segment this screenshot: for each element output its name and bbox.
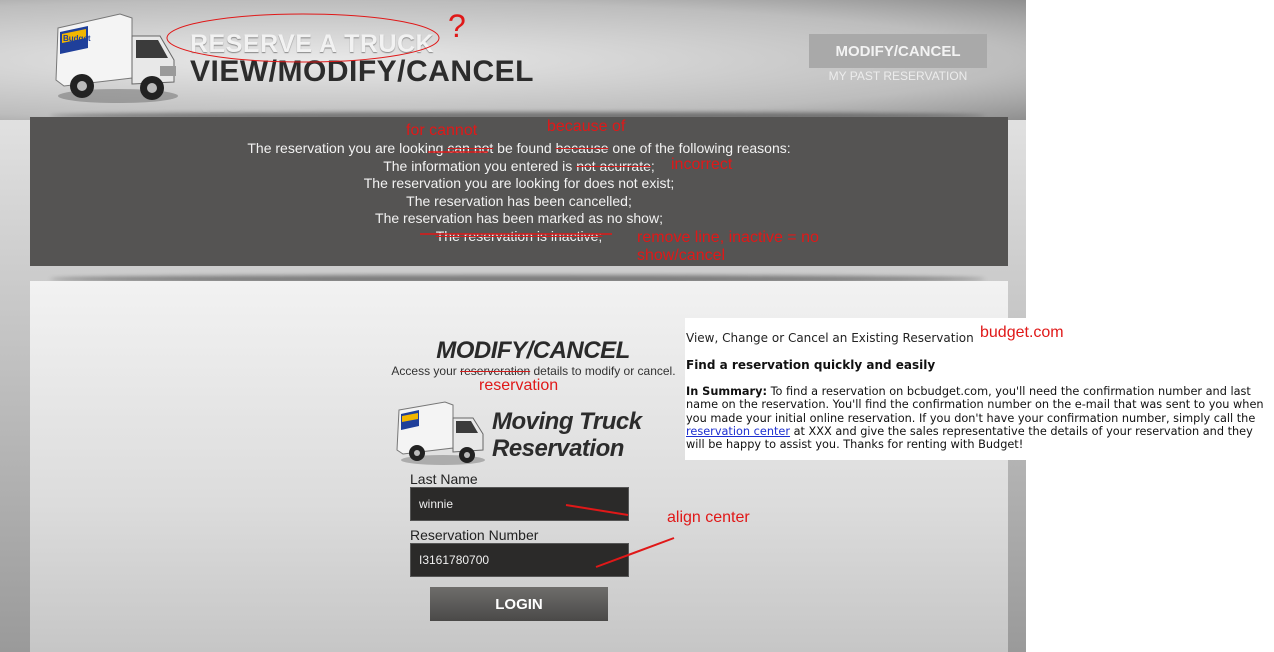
brand-title-view-modify-cancel: VIEW/MODIFY/CANCEL	[190, 55, 534, 88]
error-line-5: The reservation has been marked as no sh…	[375, 210, 663, 226]
form-subtitle: Access your reserveration details to mod…	[386, 364, 681, 378]
error-line-1: The reservation you are looking can not …	[30, 140, 1008, 156]
moving-truck-reservation-title: Moving Truck Reservation	[492, 408, 642, 462]
annotation-for-cannot: for cannot	[406, 122, 478, 139]
annotation-align-center: align center	[667, 509, 750, 526]
reference-summary: In Summary: To find a reservation on bcb…	[686, 385, 1266, 451]
annotation-remove-line: remove line, inactive = no	[637, 229, 819, 246]
error-line-6: The reservation is inactive;	[30, 228, 1008, 244]
error-strike-because: because	[555, 140, 609, 156]
logo-brand-text: Budget	[63, 34, 91, 43]
error-line-1-mid: be found	[493, 140, 556, 156]
error-line-3: The reservation you are looking for does…	[363, 175, 675, 191]
summary-text-1: To find a reservation on bcbudget.com, y…	[686, 385, 1264, 425]
error-message-box: The reservation you are looking can not …	[30, 117, 1008, 266]
error-strike-not-acurrate: not acurrate	[576, 158, 651, 174]
subtitle-strike-reserveration: reserveration	[460, 364, 531, 378]
annotation-budget-com: budget.com	[980, 324, 1064, 341]
error-line-2-post: ;	[650, 158, 655, 174]
reference-title: View, Change or Cancel an Existing Reser…	[686, 331, 974, 345]
product-line-1: Moving Truck	[492, 408, 642, 435]
subtitle-pre: Access your	[391, 364, 461, 378]
reservation-number-label: Reservation Number	[410, 527, 539, 543]
error-line-1-post: one of the following reasons:	[608, 140, 791, 156]
product-line-2: Reservation	[492, 435, 624, 462]
annotation-reservation: reservation	[479, 377, 559, 394]
last-name-label: Last Name	[410, 471, 478, 487]
last-name-input[interactable]	[410, 487, 629, 521]
top-modify-cancel-button[interactable]: MODIFY/CANCEL	[809, 34, 987, 68]
error-line-1-text: The reservation you are looking	[247, 140, 448, 156]
subtitle-post: details to modify or cancel.	[530, 364, 676, 378]
moving-truck-image	[396, 401, 485, 465]
budget-truck-logo: Budget	[55, 13, 178, 103]
reservation-center-link[interactable]: reservation center	[686, 425, 790, 438]
error-line-2-text: The information you entered is	[383, 158, 577, 174]
error-line-2: The information you entered is not acurr…	[30, 158, 1008, 174]
annotation-because-of: because of	[547, 118, 626, 135]
annotation-incorrect: incorrect	[671, 156, 733, 173]
error-line-6-text: The reservation is inactive;	[435, 228, 603, 244]
error-strike-can-not: can not	[447, 140, 494, 156]
reservation-number-input[interactable]	[410, 543, 629, 577]
login-button[interactable]: LOGIN	[430, 587, 608, 621]
annotation-show-cancel: show/cancel	[637, 247, 726, 264]
error-line-4: The reservation has been cancelled;	[406, 193, 632, 209]
annotation-question-mark: ?	[448, 8, 466, 44]
summary-label: In Summary:	[686, 385, 767, 398]
my-past-reservation-link[interactable]: MY PAST RESERVATION	[809, 69, 987, 83]
reference-subtitle: Find a reservation quickly and easily	[686, 358, 936, 372]
